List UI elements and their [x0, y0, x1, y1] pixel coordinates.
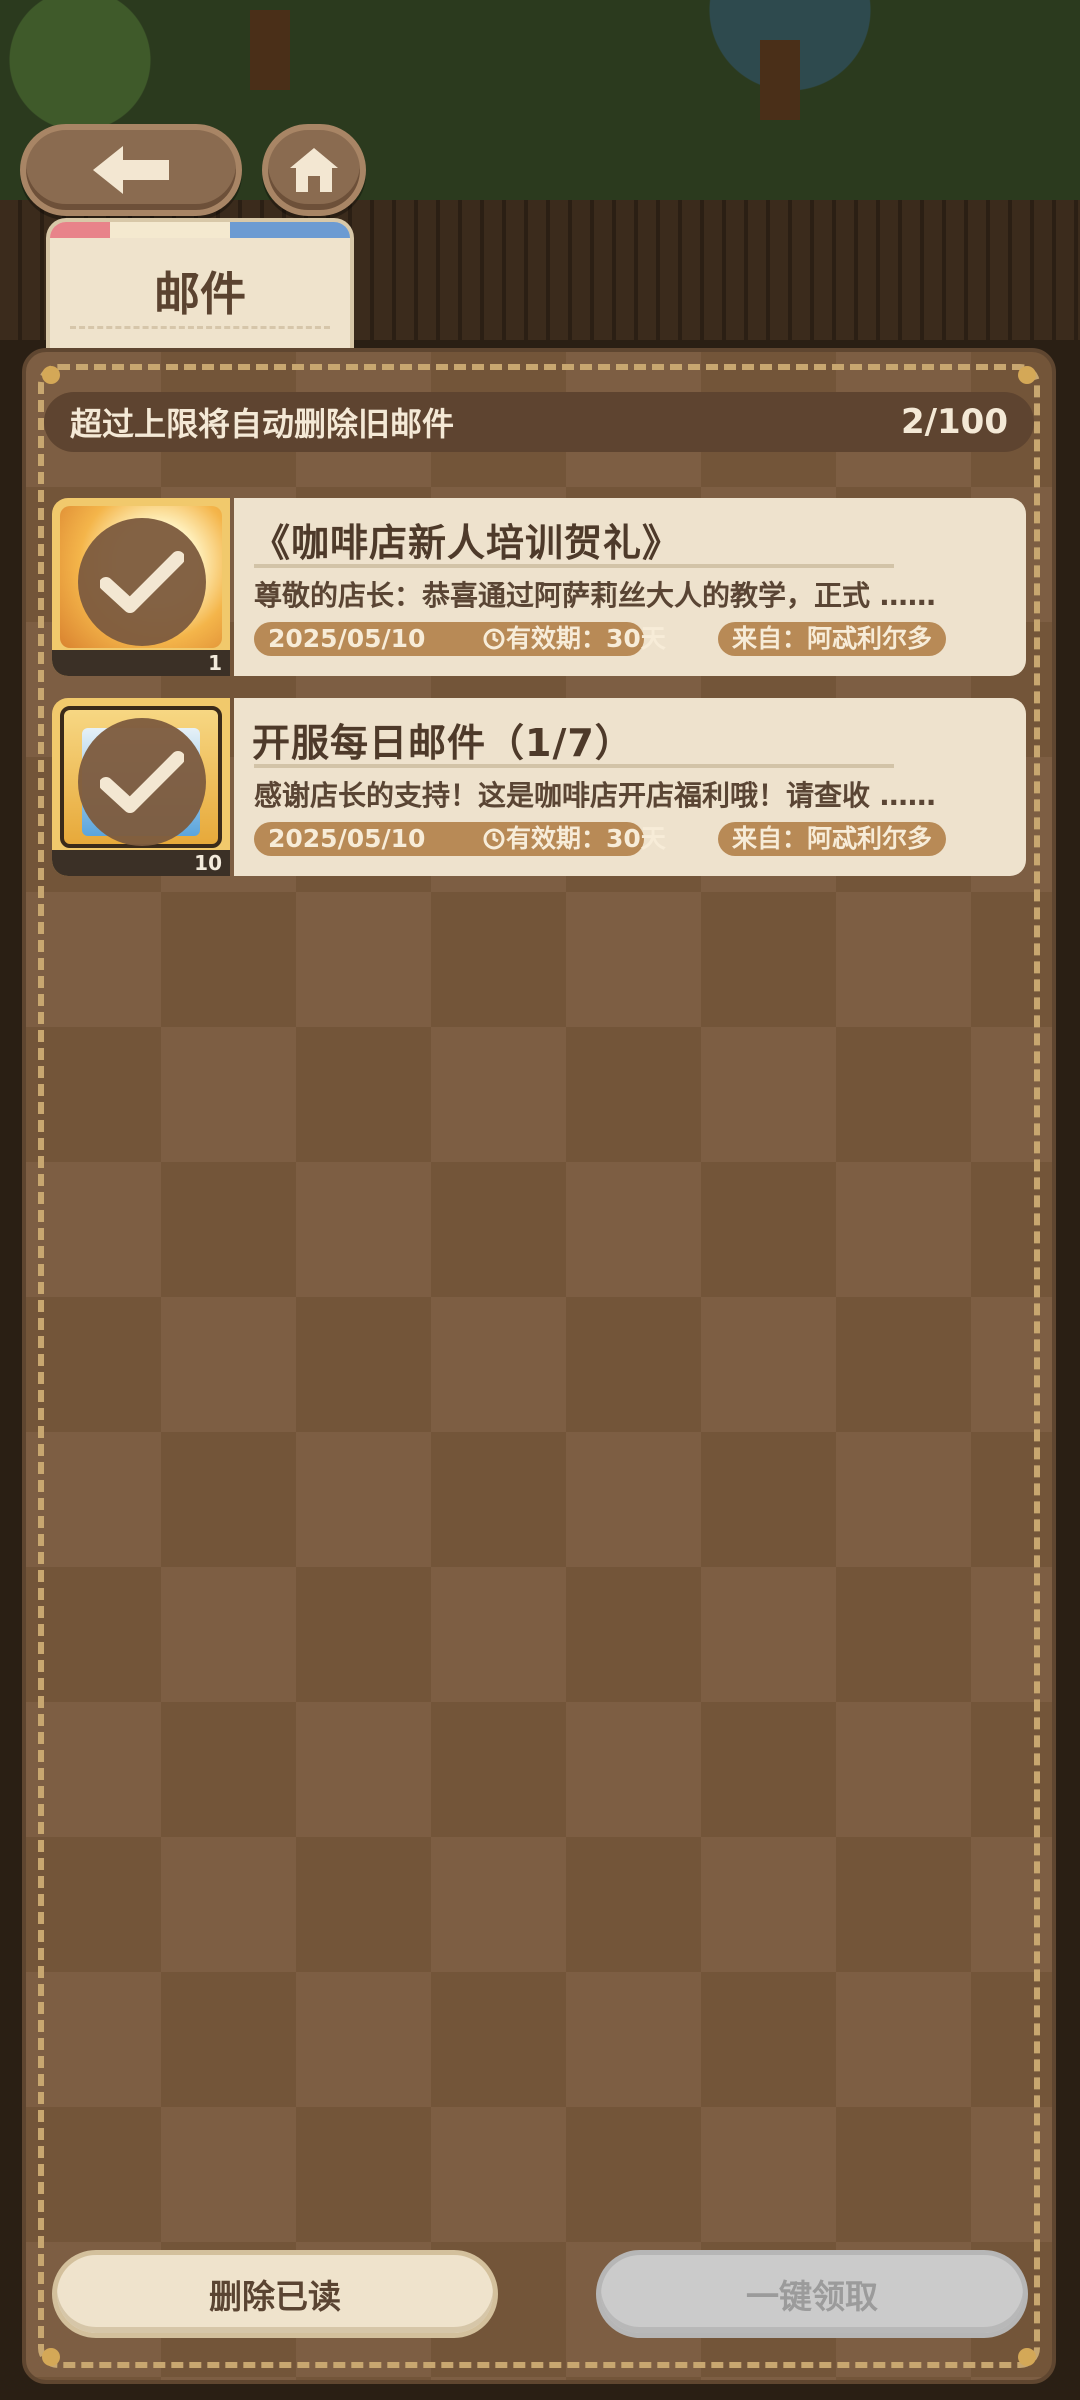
clock-icon [483, 628, 505, 650]
mail-body: 《咖啡店新人培训贺礼》 尊敬的店长：恭喜通过阿萨莉丝大人的教学，正式 …… 20… [234, 498, 1026, 676]
mail-title: 《咖啡店新人培训贺礼》 [252, 521, 682, 565]
attachment-count: 1 [52, 650, 230, 676]
tab-stripe [50, 222, 350, 238]
back-button[interactable] [20, 124, 242, 216]
mail-date: 2025/05/10 [268, 824, 426, 853]
mail-validity: 有效期：30天 [506, 624, 666, 653]
home-icon [290, 148, 338, 192]
mail-preview: 尊敬的店长：恭喜通过阿萨莉丝大人的教学，正式 …… [254, 579, 936, 612]
title-underline [254, 764, 894, 768]
mail-panel: 超过上限将自动删除旧邮件 2/100 1 《咖啡店新人培训贺礼》 尊敬的店长：恭… [22, 348, 1056, 2384]
mail-sender: 来自：阿忒利尔多 [718, 822, 947, 856]
mail-title: 开服每日邮件（1/7） [252, 721, 634, 765]
attachment-count: 10 [52, 850, 230, 876]
check-icon [100, 751, 184, 813]
mail-attachment: 10 [52, 698, 230, 876]
mail-date: 2025/05/10 [268, 624, 426, 653]
mail-attachment: 1 [52, 498, 230, 676]
title-underline [254, 564, 894, 568]
check-icon [100, 551, 184, 613]
mail-item[interactable]: 10 开服每日邮件（1/7） 感谢店长的支持！这是咖啡店开店福利哦！请查收 ……… [52, 698, 1026, 876]
mail-sender: 来自：阿忒利尔多 [718, 622, 947, 656]
mail-date-pill: 2025/05/10 有效期：30天 [254, 822, 666, 856]
background-tree [760, 40, 800, 120]
claimed-check [78, 518, 206, 646]
notice-text: 超过上限将自动删除旧邮件 [70, 405, 455, 443]
panel-corner [1018, 366, 1036, 384]
clock-icon [483, 828, 505, 850]
mail-date-pill: 2025/05/10 有效期：30天 [254, 622, 666, 656]
mail-count: 2/100 [900, 402, 1008, 442]
mail-validity: 有效期：30天 [506, 824, 666, 853]
back-arrow-icon [93, 146, 169, 194]
delete-read-button[interactable]: 删除已读 [52, 2250, 498, 2338]
claimed-check [78, 718, 206, 846]
mail-validity-group: 有效期：30天 [482, 822, 666, 856]
tab-divider [70, 326, 330, 329]
mail-limit-notice: 超过上限将自动删除旧邮件 2/100 [44, 392, 1034, 452]
mail-item[interactable]: 1 《咖啡店新人培训贺礼》 尊敬的店长：恭喜通过阿萨莉丝大人的教学，正式 …… … [52, 498, 1026, 676]
home-button[interactable] [262, 124, 366, 216]
panel-corner [42, 2348, 60, 2366]
panel-corner [1018, 2348, 1036, 2366]
mail-preview: 感谢店长的支持！这是咖啡店开店福利哦！请查收 …… [254, 779, 936, 812]
mail-body: 开服每日邮件（1/7） 感谢店长的支持！这是咖啡店开店福利哦！请查收 …… 20… [234, 698, 1026, 876]
background-tree [250, 10, 290, 90]
mail-validity-group: 有效期：30天 [482, 622, 666, 656]
tab-label: 邮件 [154, 267, 246, 321]
claim-all-button[interactable]: 一键领取 [596, 2250, 1028, 2338]
panel-corner [42, 366, 60, 384]
tab-mail[interactable]: 邮件 [50, 222, 350, 352]
